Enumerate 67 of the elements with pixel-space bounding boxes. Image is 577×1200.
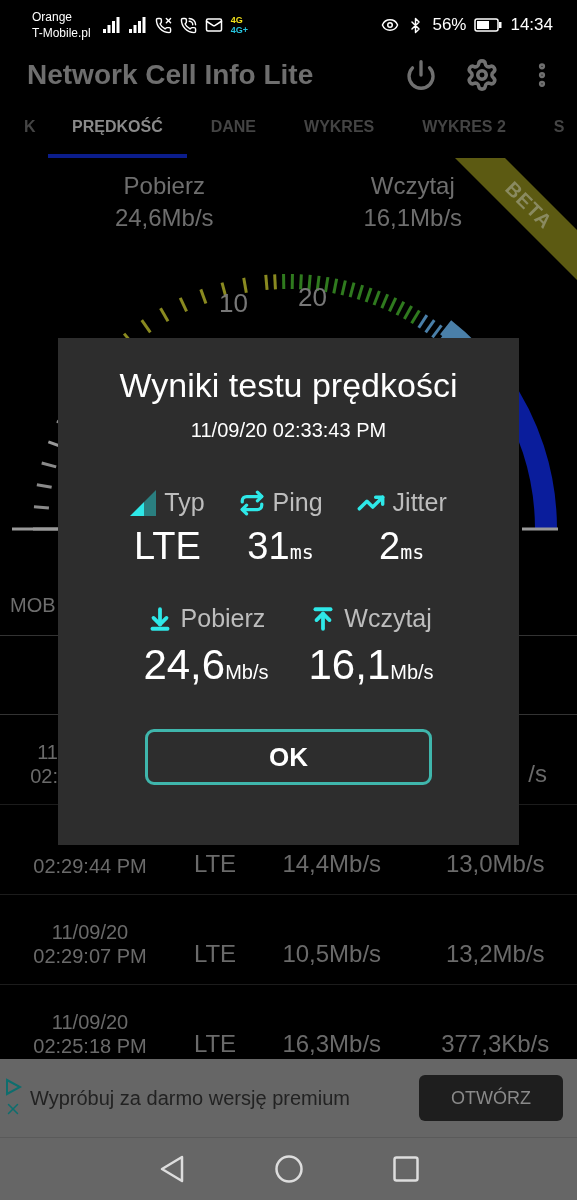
- stat-label: Ping: [272, 488, 323, 517]
- stat-label: Jitter: [392, 488, 447, 517]
- battery-icon: [474, 18, 503, 32]
- date-cell: 11: [37, 740, 58, 764]
- date-cell: 11/09/20: [51, 920, 129, 944]
- stat-value: LTE: [133, 525, 201, 568]
- test-timestamp: 11/09/20 02:33:43 PM: [190, 419, 387, 442]
- upload-cell-text: 377,3Kb/s: [440, 1030, 551, 1058]
- gauge-label: 20: [298, 282, 327, 313]
- speed-value: 24,6Mb/s: [143, 641, 269, 689]
- battery-percent: 56%: [432, 15, 467, 35]
- tab[interactable]: WYKRES 2: [398, 100, 530, 158]
- time-cell: 02:25:18 PM: [33, 1034, 147, 1058]
- tab[interactable]: K: [0, 100, 48, 158]
- tab[interactable]: S: [529, 100, 577, 158]
- network-type-label: 4G: [230, 15, 244, 25]
- download-cell-text: 14,4Mb/s: [281, 850, 383, 878]
- mail-icon: [204, 16, 223, 34]
- back-icon[interactable]: [158, 1155, 185, 1183]
- upload-cell-text: 13,0Mb/s: [444, 850, 546, 878]
- play-icon: [4, 1078, 22, 1096]
- network-type-label: 4G+: [230, 25, 248, 35]
- type-cell-text: LTE: [192, 1030, 238, 1058]
- carrier-name: Orange: [32, 9, 74, 25]
- home-icon[interactable]: [274, 1155, 303, 1183]
- stat-value: 2ms: [379, 525, 425, 568]
- tab[interactable]: PRĘDKOŚĆ: [48, 100, 187, 158]
- speed-label: Pobierz: [123, 172, 205, 200]
- date-cell: 11/09/20: [51, 1010, 129, 1034]
- app-title: Network Cell Info Lite: [27, 59, 315, 91]
- tab[interactable]: WYKRES: [280, 100, 399, 158]
- upload-cell-text: 13,2Mb/s: [444, 940, 546, 968]
- download-cell-text: 16,3Mb/s: [281, 1030, 383, 1058]
- signal-icon: [102, 17, 121, 33]
- download-cell-text: 10,5Mb/s: [281, 940, 383, 968]
- signal-icon: [130, 489, 157, 516]
- open-button[interactable]: OTWÓRZ: [419, 1075, 563, 1121]
- time-cell: 02:: [30, 764, 58, 788]
- eye-icon: [381, 16, 400, 34]
- section-label: MOB: [10, 594, 56, 617]
- time-cell: 02:29:07 PM: [33, 944, 147, 968]
- call-icon: [179, 16, 197, 34]
- type-cell-text: LTE: [192, 850, 238, 878]
- settings-icon[interactable]: [465, 58, 499, 92]
- upload-cell-text: /s: [528, 760, 548, 788]
- speed-label: Pobierz: [180, 604, 266, 633]
- repeat-icon: [238, 489, 265, 516]
- speed-label: Wczytaj: [370, 172, 455, 200]
- gauge-label: 10: [219, 288, 248, 319]
- ok-button[interactable]: OK: [145, 729, 432, 785]
- stat-value: 31ms: [247, 525, 314, 568]
- dialog-title: Wyniki testu prędkości: [119, 366, 458, 405]
- ad-text: Wypróbuj za darmo wersję premium: [30, 1086, 351, 1110]
- recents-icon[interactable]: [392, 1156, 419, 1182]
- carrier-name: T-Mobile.pl: [32, 25, 91, 41]
- clock: 14:34: [510, 15, 553, 35]
- power-icon[interactable]: [405, 59, 437, 91]
- tab[interactable]: DANE: [186, 100, 281, 158]
- type-cell-text: LTE: [192, 940, 238, 968]
- missed-call-icon: [154, 16, 172, 34]
- speed-label: Wczytaj: [344, 604, 432, 633]
- signal-icon: [128, 17, 147, 33]
- time-cell: 02:29:44 PM: [33, 854, 147, 878]
- speed-value: 24,6Mb/s: [114, 204, 214, 232]
- speed-value: 16,1Mb/s: [363, 204, 463, 232]
- speed-value: 16,1Mb/s: [308, 641, 434, 689]
- stat-label: Typ: [164, 488, 205, 517]
